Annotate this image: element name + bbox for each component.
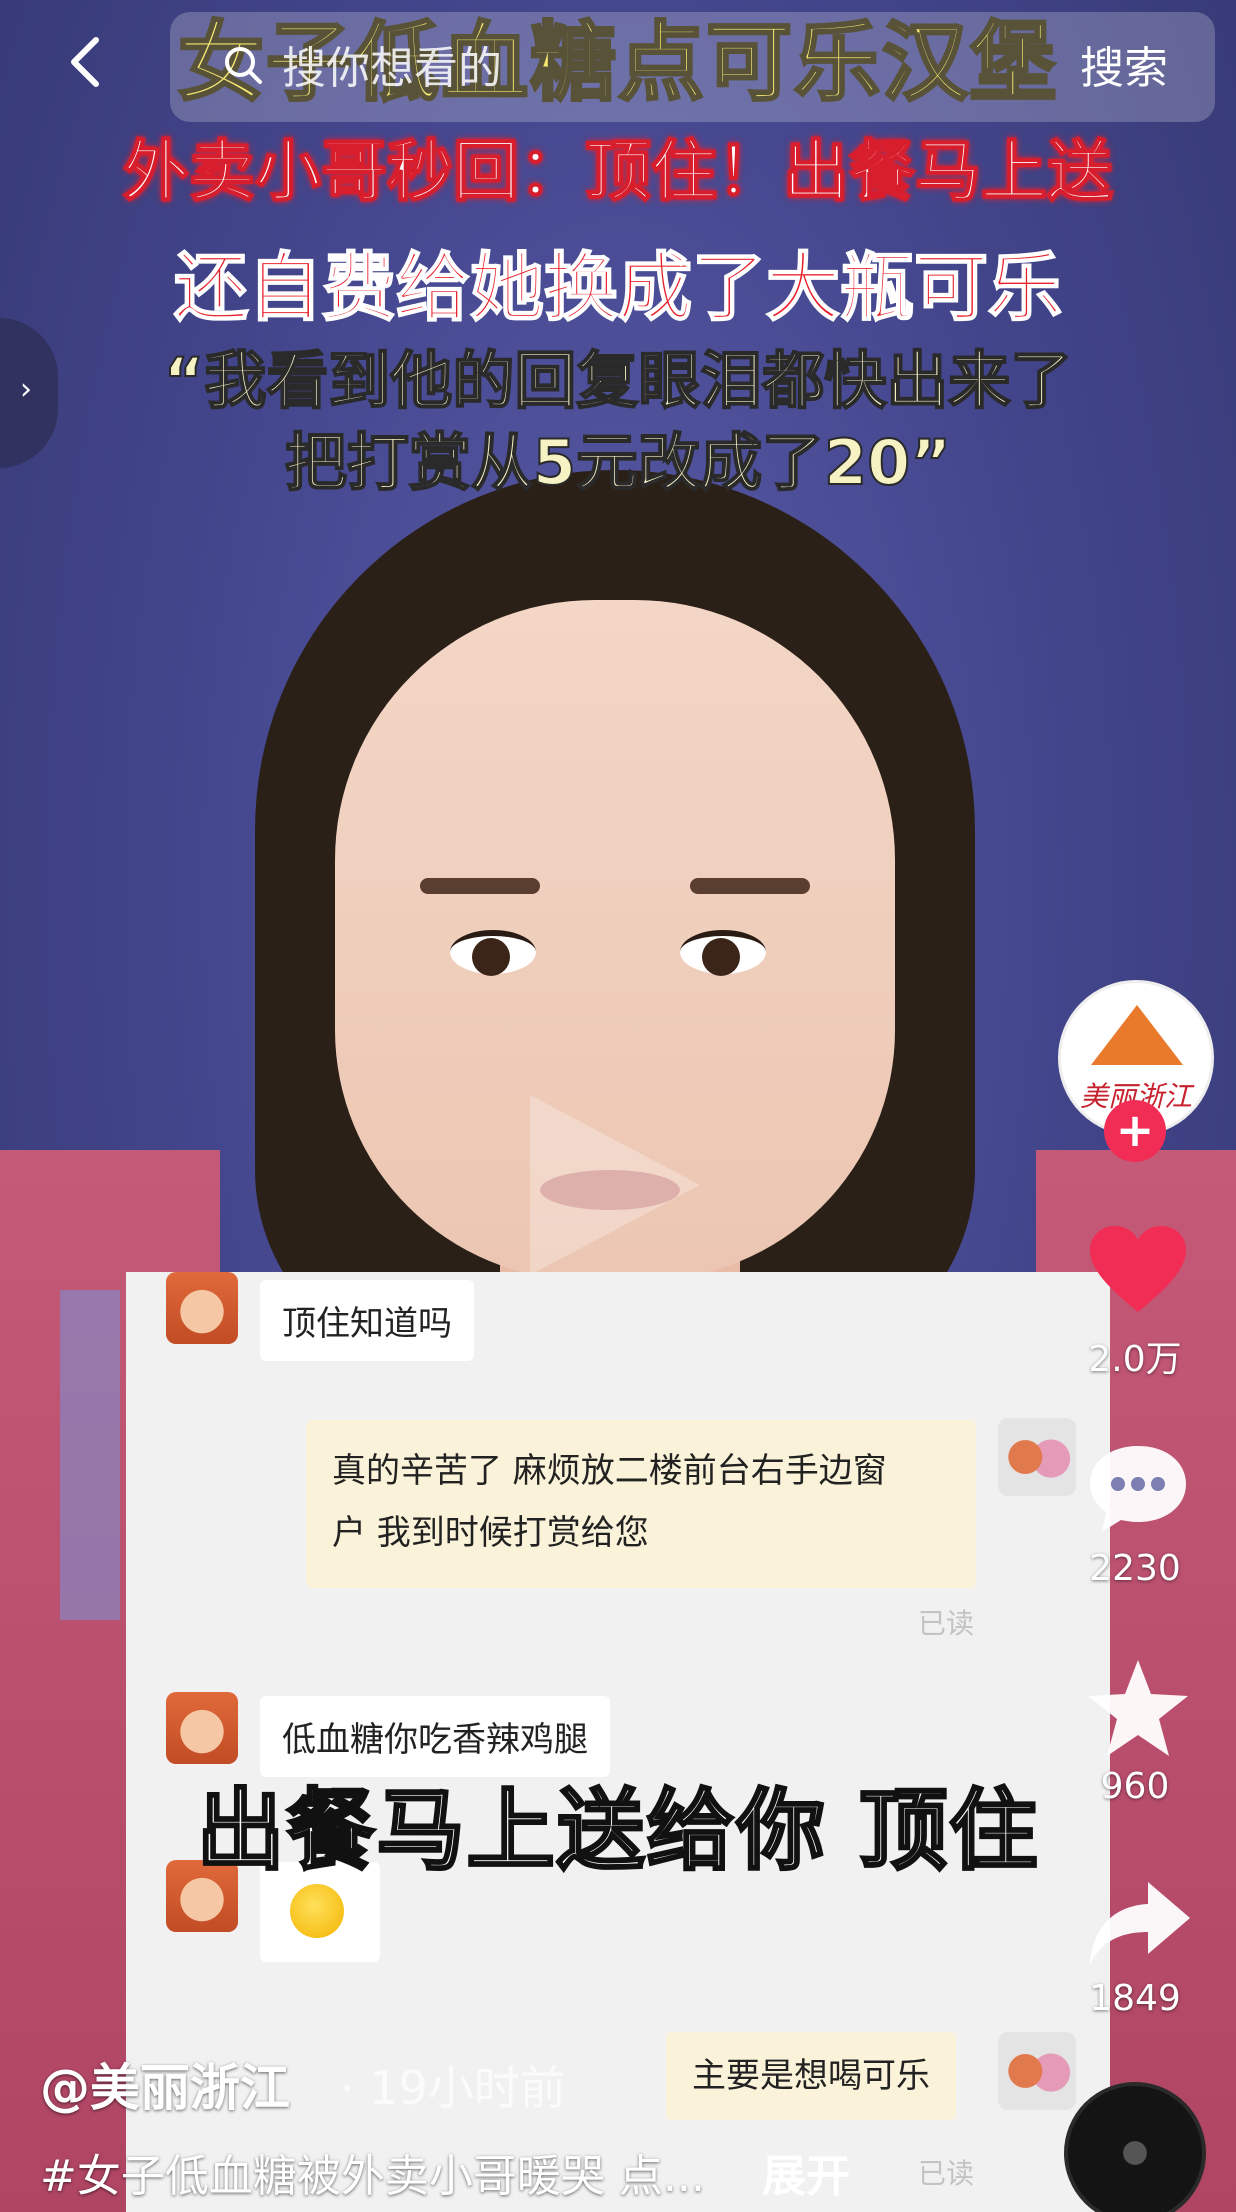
author-name[interactable]: @美丽浙江 bbox=[40, 2048, 290, 2120]
chevron-left-icon[interactable] bbox=[60, 34, 116, 90]
avatar bbox=[166, 1692, 238, 1764]
chat-message-line: 户 我到时候打赏给您 bbox=[332, 1513, 649, 1553]
eye bbox=[680, 930, 766, 976]
eyebrow bbox=[420, 878, 540, 894]
music-disc-icon[interactable] bbox=[1064, 2082, 1206, 2212]
eyebrow bbox=[690, 878, 810, 894]
star-icon[interactable] bbox=[1084, 1656, 1192, 1760]
share-icon[interactable] bbox=[1084, 1876, 1194, 1972]
mountain-logo-icon bbox=[1091, 1005, 1183, 1065]
read-receipt: 已读 bbox=[918, 1607, 975, 1640]
avatar bbox=[998, 1418, 1076, 1496]
headline-line-2: 外卖小哥秒回：顶住！出餐马上送 bbox=[122, 132, 1114, 211]
video-description[interactable]: #女子低血糖被外卖小哥暖哭 点... bbox=[40, 2140, 705, 2204]
comment-count: 2230 bbox=[1089, 1548, 1181, 1589]
chat-message: 真的辛苦了 麻烦放二楼前台右手边窗 户 我到时候打赏给您 bbox=[306, 1420, 976, 1588]
quote-line-2: 把打赏从5元改成了20” bbox=[284, 425, 952, 500]
chat-message: 顶住知道吗 bbox=[260, 1280, 474, 1361]
share-count: 1849 bbox=[1089, 1978, 1181, 2019]
avatar bbox=[998, 2032, 1076, 2110]
heart-icon[interactable] bbox=[1086, 1222, 1190, 1318]
eye bbox=[450, 930, 536, 976]
search-button[interactable]: 搜索 bbox=[1080, 32, 1168, 96]
read-receipt: 已读 bbox=[918, 2157, 975, 2190]
play-icon[interactable] bbox=[530, 1095, 700, 1275]
post-time: · 19小时前 bbox=[340, 2061, 566, 2115]
video-subtitle: 出餐马上送给你 顶住 bbox=[195, 1778, 1040, 1884]
headline-line-3: 还自费给她换成了大瓶可乐 bbox=[173, 244, 1063, 332]
chat-message-line: 真的辛苦了 麻烦放二楼前台右手边窗 bbox=[332, 1451, 887, 1491]
favorite-count: 960 bbox=[1100, 1766, 1170, 1807]
search-input[interactable]: 搜你想看的 bbox=[282, 32, 502, 96]
avatar bbox=[166, 1272, 238, 1344]
comment-icon[interactable] bbox=[1086, 1440, 1190, 1536]
quote-line-1: “我看到他的回复眼泪都快出来了 bbox=[163, 343, 1074, 418]
search-icon bbox=[225, 47, 262, 84]
chat-message: 主要是想喝可乐 bbox=[666, 2032, 956, 2120]
follow-button[interactable]: + bbox=[1104, 1100, 1166, 1162]
emoji-icon bbox=[290, 1884, 344, 1938]
chevron-right-icon[interactable]: › bbox=[20, 372, 44, 412]
background-shape bbox=[60, 1290, 120, 1620]
expand-button[interactable]: 展开 bbox=[762, 2140, 850, 2204]
like-count: 2.0万 bbox=[1088, 1339, 1182, 1380]
